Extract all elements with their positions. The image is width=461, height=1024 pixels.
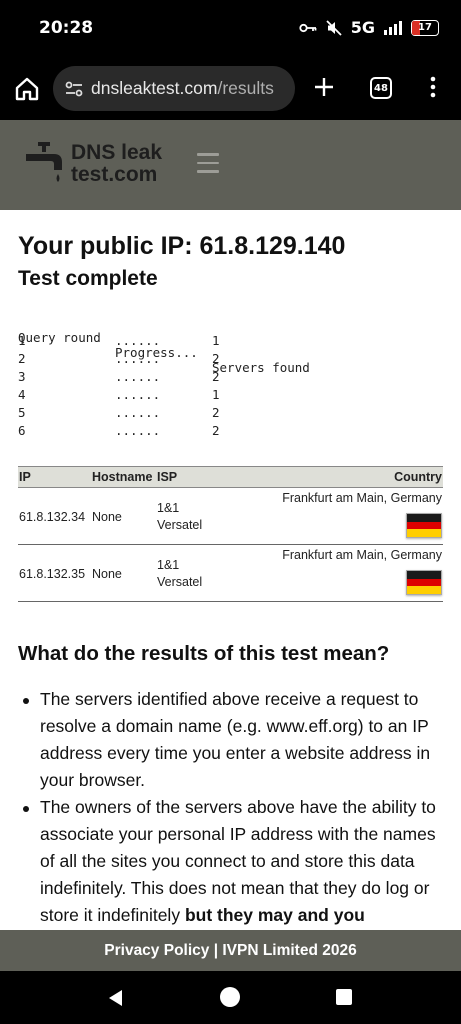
logo-line1: DNS leak [71, 141, 163, 164]
url-path: /results [217, 78, 274, 98]
page-content: Your public IP: 61.8.129.140 Test comple… [0, 210, 461, 930]
faucet-icon [26, 142, 62, 182]
logo-text: DNS leak test.com [71, 142, 162, 186]
list-item: The servers identified above receive a r… [22, 686, 447, 794]
germany-flag-icon [406, 570, 442, 595]
results-meaning-heading: What do the results of this test mean? [18, 642, 390, 665]
server-ip: 61.8.132.34 [19, 510, 86, 524]
results-explanation-list: The servers identified above receive a r… [22, 686, 447, 929]
site-logo[interactable]: DNS leak test.com [24, 140, 174, 190]
home-icon[interactable] [14, 76, 40, 102]
hamburger-menu-icon[interactable] [197, 153, 219, 173]
server-country: Frankfurt am Main, Germany [282, 548, 442, 562]
header-ip: IP [19, 470, 31, 484]
server-hostname: None [92, 567, 122, 581]
round-progress: ...... [115, 333, 161, 348]
round-servers: 1 [212, 333, 220, 348]
round-servers: 2 [212, 423, 220, 438]
header-isp: ISP [157, 470, 178, 484]
round-servers: 2 [212, 369, 220, 384]
status-icons: 5G 17 [299, 18, 439, 37]
round-row: 1...... 1 [18, 333, 220, 351]
isp-line2: Versatel [157, 575, 203, 589]
round-row: 3...... 2 [18, 369, 220, 387]
back-icon[interactable] [105, 988, 125, 1008]
round-servers: 2 [212, 405, 220, 420]
table-header: IP Hostname ISP Country [18, 466, 443, 488]
browser-toolbar: dnsleaktest.com/results 48 [0, 56, 461, 120]
round-servers: 2 [212, 351, 220, 366]
system-nav-bar [0, 971, 461, 1024]
server-hostname: None [92, 510, 122, 524]
round-number: 3 [18, 369, 26, 384]
query-rounds: Query round Progress... Servers found 1.… [18, 315, 310, 441]
url-host: dnsleaktest.com [91, 78, 218, 98]
home-button[interactable] [220, 987, 240, 1007]
round-number: 1 [18, 333, 26, 348]
more-menu-icon[interactable] [425, 75, 441, 99]
isp-line1: 1&1 [157, 501, 180, 515]
network-type: 5G [350, 18, 375, 37]
bullet1-text: The servers identified above receive a r… [40, 689, 431, 790]
server-isp: 1&1 Versatel [157, 557, 217, 591]
battery-level: 17 [418, 22, 432, 33]
isp-line2: Versatel [157, 518, 203, 532]
address-bar[interactable]: dnsleaktest.com/results [53, 66, 295, 111]
logo-line2: test.com [71, 163, 158, 186]
round-number: 2 [18, 351, 26, 366]
table-row: 61.8.132.35 None 1&1 Versatel Frankfurt a… [18, 545, 443, 602]
rounds-header-servers: Servers found [212, 360, 310, 375]
server-ip: 61.8.132.35 [19, 567, 86, 581]
round-progress: ...... [115, 405, 161, 420]
test-status: Test complete [18, 267, 158, 290]
round-number: 4 [18, 387, 26, 402]
mute-icon [326, 19, 342, 36]
germany-flag-icon [406, 513, 442, 538]
round-progress: ...... [115, 351, 161, 366]
status-bar: 20:28 5G 17 [0, 0, 461, 56]
new-tab-icon[interactable] [312, 75, 336, 99]
signal-icon [384, 20, 402, 35]
dns-servers-table: IP Hostname ISP Country 61.8.132.34 None… [18, 466, 443, 602]
rounds-header: Query round Progress... Servers found [18, 315, 310, 375]
header-country: Country [394, 470, 442, 484]
battery-icon: 17 [411, 19, 439, 36]
tab-switcher-button[interactable]: 48 [370, 77, 392, 99]
round-progress: ...... [115, 423, 161, 438]
round-row: 4...... 1 [18, 387, 220, 405]
round-progress: ...... [115, 369, 161, 384]
url-text[interactable]: dnsleaktest.com/results [91, 78, 274, 99]
footer-text[interactable]: Privacy Policy | IVPN Limited 2026 [104, 942, 356, 960]
header-hostname: Hostname [92, 470, 153, 484]
isp-line1: 1&1 [157, 558, 180, 572]
site-settings-icon[interactable] [63, 78, 85, 100]
public-ip-title: Your public IP: 61.8.129.140 [18, 232, 346, 260]
bullet2-bold: but they may and you [184, 905, 365, 925]
round-row: 5...... 2 [18, 405, 220, 423]
server-country: Frankfurt am Main, Germany [282, 491, 442, 505]
status-time: 20:28 [39, 18, 94, 38]
round-number: 5 [18, 405, 26, 420]
round-row: 6...... 2 [18, 423, 220, 441]
site-header: DNS leak test.com [0, 120, 461, 210]
table-row: 61.8.132.34 None 1&1 Versatel Frankfurt a… [18, 488, 443, 545]
list-item: The owners of the servers above have the… [22, 794, 447, 929]
site-footer[interactable]: Privacy Policy | IVPN Limited 2026 [0, 930, 461, 971]
server-isp: 1&1 Versatel [157, 500, 217, 534]
round-progress: ...... [115, 387, 161, 402]
recents-button[interactable] [336, 989, 352, 1005]
vpn-key-icon [299, 22, 317, 34]
round-servers: 1 [212, 387, 220, 402]
round-row: 2...... 2 [18, 351, 220, 369]
round-number: 6 [18, 423, 26, 438]
